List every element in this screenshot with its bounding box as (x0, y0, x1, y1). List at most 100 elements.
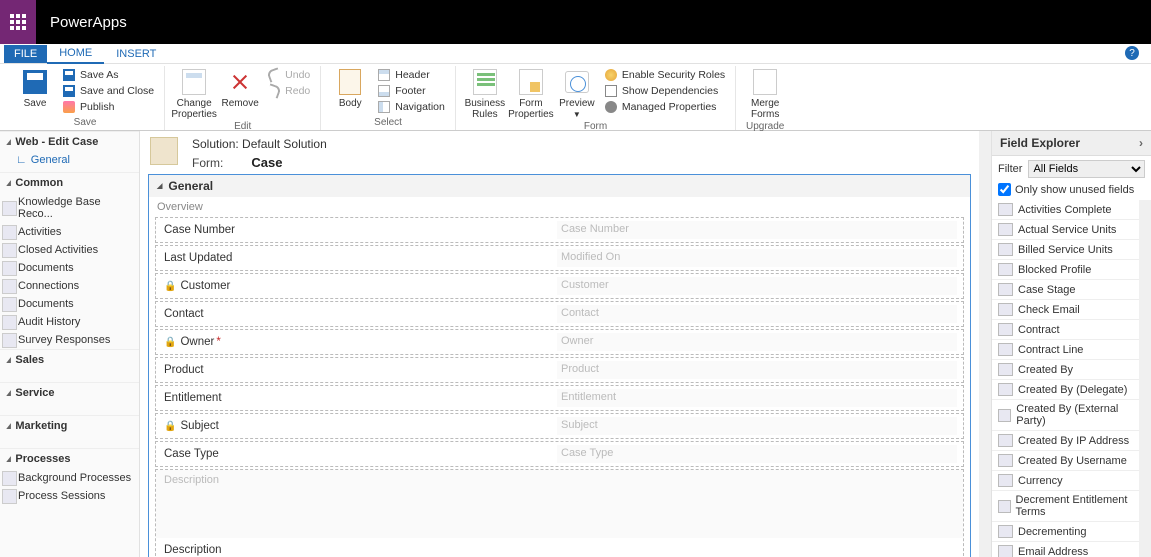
publish-icon (62, 100, 76, 114)
ribbon-group-select: Select (374, 116, 402, 130)
field-row[interactable]: Entitlement Entitlement (155, 385, 964, 411)
center-scrollbar[interactable] (979, 131, 991, 557)
save-as-button[interactable]: Save As (58, 67, 158, 83)
change-properties-button[interactable]: Change Properties (171, 66, 217, 120)
nav-section-service[interactable]: Service (0, 382, 139, 403)
header-icon (377, 68, 391, 82)
field-placeholder: Product (557, 361, 957, 379)
field-explorer-item[interactable]: Blocked Profile (992, 260, 1139, 280)
nav-item[interactable]: Connections (0, 277, 139, 295)
section-overview: Overview (149, 197, 970, 215)
nav-item[interactable]: Audit History (0, 313, 139, 331)
field-explorer-item[interactable]: Decrement Entitlement Terms (992, 491, 1139, 522)
nav-item[interactable]: Survey Responses (0, 331, 139, 349)
merge-forms-button[interactable]: Merge Forms (742, 66, 788, 120)
footer-icon (377, 84, 391, 98)
field-label: Entitlement (164, 392, 222, 404)
chevron-right-icon[interactable]: › (1139, 136, 1143, 150)
field-placeholder: Entitlement (557, 389, 957, 407)
tab-file[interactable]: FILE (4, 45, 47, 63)
undo-button[interactable]: Undo (263, 67, 314, 83)
business-rules-icon (471, 68, 499, 96)
field-label: Owner (180, 336, 214, 348)
field-explorer-item[interactable]: Created By (992, 360, 1139, 380)
remove-button[interactable]: Remove (217, 66, 263, 109)
change-properties-label: Change Properties (171, 98, 217, 120)
field-row[interactable]: 🔒SubjectSubject (155, 413, 964, 439)
field-label: Customer (180, 280, 230, 292)
preview-label: Preview▼ (559, 98, 595, 120)
field-explorer-item[interactable]: Case Stage (992, 280, 1139, 300)
help-icon[interactable]: ? (1125, 46, 1139, 60)
field-explorer-item[interactable]: Created By (Delegate) (992, 380, 1139, 400)
redo-button[interactable]: Redo (263, 83, 314, 99)
field-explorer-item[interactable]: Contract (992, 320, 1139, 340)
nav-item[interactable]: Knowledge Base Reco... (0, 193, 139, 223)
field-row[interactable]: 🔒Owner*Owner (155, 329, 964, 355)
merge-forms-label: Merge Forms (751, 98, 779, 120)
nav-item[interactable]: Process Sessions (0, 487, 139, 505)
nav-section-marketing[interactable]: Marketing (0, 415, 139, 436)
field-explorer-item[interactable]: Contract Line (992, 340, 1139, 360)
field-explorer-item[interactable]: Currency (992, 471, 1139, 491)
field-placeholder: Modified On (557, 249, 957, 267)
field-row[interactable]: 🔒CustomerCustomer (155, 273, 964, 299)
show-dependencies-button[interactable]: Show Dependencies (600, 83, 729, 99)
remove-label: Remove (222, 98, 259, 109)
section-general[interactable]: General (149, 175, 970, 197)
field-placeholder: Contact (557, 305, 957, 323)
nav-link-general[interactable]: ∟General (0, 152, 139, 172)
field-label: Case Number (164, 224, 235, 236)
navigation-button[interactable]: Navigation (373, 99, 449, 115)
field-explorer-item[interactable]: Email Address (992, 542, 1139, 557)
unused-fields-checkbox[interactable] (998, 183, 1011, 196)
save-icon (21, 68, 49, 96)
form-canvas[interactable]: General Overview Case NumberCase NumberL… (148, 174, 971, 557)
field-explorer-item[interactable]: Actual Service Units (992, 220, 1139, 240)
publish-button[interactable]: Publish (58, 99, 158, 115)
app-launcher-icon[interactable] (0, 0, 36, 44)
header-button[interactable]: Header (373, 67, 449, 83)
preview-button[interactable]: Preview▼ (554, 66, 600, 120)
business-rules-button[interactable]: Business Rules (462, 66, 508, 120)
field-explorer-item[interactable]: Billed Service Units (992, 240, 1139, 260)
save-label: Save (24, 98, 47, 109)
filter-label: Filter (998, 163, 1022, 175)
field-label: Subject (180, 420, 218, 432)
tab-insert[interactable]: INSERT (104, 45, 168, 63)
nav-item[interactable]: Activities (0, 223, 139, 241)
field-explorer-item[interactable]: Check Email (992, 300, 1139, 320)
field-row-description[interactable]: Description Description (155, 469, 964, 557)
footer-button[interactable]: Footer (373, 83, 449, 99)
filter-select[interactable]: All Fields (1028, 160, 1145, 178)
tab-home[interactable]: HOME (47, 44, 104, 64)
field-row[interactable]: Case TypeCase Type (155, 441, 964, 467)
field-row[interactable]: ProductProduct (155, 357, 964, 383)
body-button[interactable]: Body (327, 66, 373, 109)
dependencies-icon (604, 84, 618, 98)
managed-properties-button[interactable]: Managed Properties (600, 99, 729, 115)
save-close-button[interactable]: Save and Close (58, 83, 158, 99)
nav-section-common[interactable]: Common (0, 172, 139, 193)
field-explorer-item[interactable]: Created By IP Address (992, 431, 1139, 451)
field-row[interactable]: ContactContact (155, 301, 964, 327)
save-close-icon (62, 84, 76, 98)
nav-section-web[interactable]: Web - Edit Case (0, 131, 139, 152)
enable-security-roles-button[interactable]: Enable Security Roles (600, 67, 729, 83)
nav-item[interactable]: Documents (0, 259, 139, 277)
explorer-scrollbar[interactable] (1139, 200, 1151, 557)
nav-item[interactable]: Background Processes (0, 469, 139, 487)
form-properties-button[interactable]: Form Properties (508, 66, 554, 120)
field-row[interactable]: Last UpdatedModified On (155, 245, 964, 271)
nav-section-processes[interactable]: Processes (0, 448, 139, 469)
nav-item[interactable]: Documents (0, 295, 139, 313)
nav-section-sales[interactable]: Sales (0, 349, 139, 370)
save-button[interactable]: Save (12, 66, 58, 109)
nav-item[interactable]: Closed Activities (0, 241, 139, 259)
field-explorer-item[interactable]: Created By Username (992, 451, 1139, 471)
field-explorer-item[interactable]: Activities Complete (992, 200, 1139, 220)
remove-icon (226, 68, 254, 96)
field-explorer-item[interactable]: Decrementing (992, 522, 1139, 542)
field-row[interactable]: Case NumberCase Number (155, 217, 964, 243)
field-explorer-item[interactable]: Created By (External Party) (992, 400, 1139, 431)
